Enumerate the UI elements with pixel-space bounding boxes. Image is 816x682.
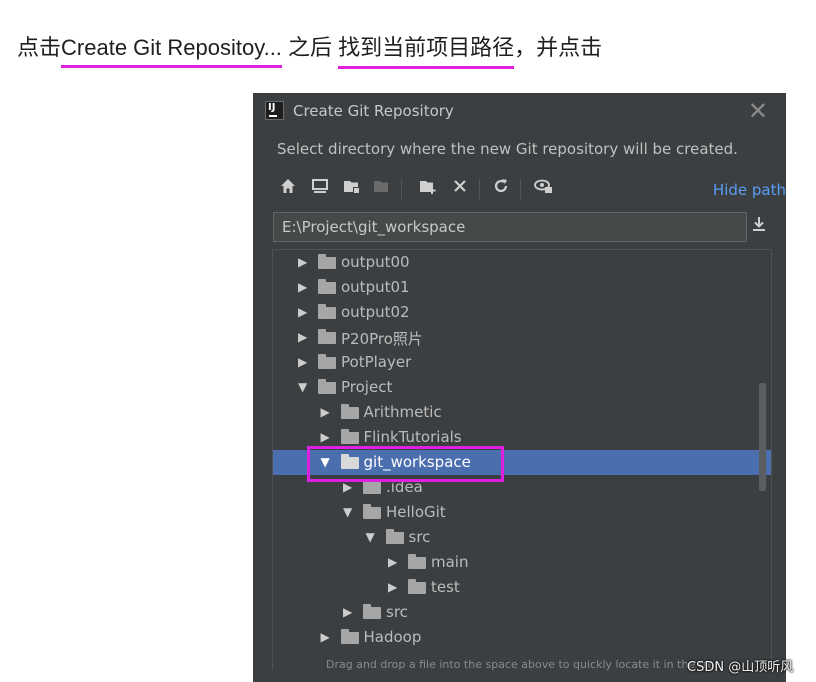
tree-row[interactable]: ▶ output02 (273, 300, 771, 325)
tree-row[interactable]: ▼ HelloGit (273, 500, 771, 525)
instruction-caption: 点击Create Git Repositoy... 之后 找到当前项目路径，并点… (17, 30, 602, 69)
tree-row[interactable]: ▶ PotPlayer (273, 350, 771, 375)
drag-drop-hint: Drag and drop a file into the space abov… (326, 658, 721, 671)
tree-row[interactable]: ▶ main (273, 550, 771, 575)
dialog-titlebar: IJ Create Git Repository ✕ (253, 93, 786, 129)
hide-path-link[interactable]: Hide path (713, 181, 786, 199)
tree-row-label: src (408, 528, 431, 546)
tree-row-label: FlinkTutorials (363, 428, 462, 446)
folder-icon (340, 429, 359, 444)
delete-icon[interactable] (449, 177, 471, 201)
path-field-row: E:\Project\git_workspace (273, 212, 747, 242)
folder-icon (363, 479, 381, 494)
caption-text-1: 点击 (17, 35, 62, 60)
folder-icon (408, 554, 426, 569)
tree-row[interactable]: ▼ Project (273, 375, 771, 400)
folder-icon (340, 404, 359, 419)
caption-text-3: ，并点击 (514, 35, 603, 60)
tree-row[interactable]: ▶ output00 (273, 250, 771, 275)
tree-row-label: main (431, 553, 469, 571)
tree-row-label: PotPlayer (341, 353, 412, 371)
folder-icon (318, 279, 336, 294)
download-icon[interactable] (751, 215, 767, 238)
collapsed-arrow-icon[interactable]: ▶ (298, 350, 312, 375)
folder-icon (385, 529, 404, 544)
create-git-repository-dialog: IJ Create Git Repository ✕ Select direct… (253, 93, 786, 682)
tree-row[interactable]: ▼ src (273, 525, 771, 550)
folder-icon (318, 354, 336, 369)
new-folder-icon[interactable] (417, 177, 439, 201)
folder-icon (408, 579, 426, 594)
tree-row-label: test (431, 578, 460, 596)
refresh-icon[interactable] (490, 177, 512, 201)
folder-icon (318, 304, 336, 319)
folder-icon (318, 329, 336, 344)
show-hidden-icon[interactable] (533, 177, 555, 201)
caption-highlight-find-path: 找到当前项目路径 (338, 30, 515, 69)
tree-row[interactable]: ▶ test (273, 575, 771, 600)
tree-row-label: src (386, 603, 408, 621)
tree-row-label: Hadoop (363, 628, 422, 646)
collapsed-arrow-icon[interactable]: ▶ (388, 550, 402, 575)
desktop-icon[interactable] (309, 177, 331, 201)
collapsed-arrow-icon[interactable]: ▶ (388, 575, 402, 600)
caption-text-2: 之后 (281, 35, 339, 60)
tree-row-label: output00 (341, 253, 410, 271)
folder-icon (363, 504, 381, 519)
expanded-arrow-icon[interactable]: ▼ (366, 525, 380, 550)
module-folder-icon[interactable] (371, 177, 393, 201)
folder-icon (363, 604, 381, 619)
tree-row-label: P20Pro照片 (341, 330, 423, 348)
tree-row-label: output01 (341, 278, 410, 296)
path-input[interactable]: E:\Project\git_workspace (273, 212, 747, 242)
project-folder-icon[interactable] (341, 177, 363, 201)
tree-row[interactable]: ▶ output01 (273, 275, 771, 300)
tree-row-label: HelloGit (386, 503, 446, 521)
intellij-logo-icon: IJ (265, 101, 284, 120)
collapsed-arrow-icon[interactable]: ▶ (298, 275, 312, 300)
dialog-description: Select directory where the new Git repos… (277, 140, 738, 158)
tree-row[interactable]: ▶ P20Pro照片 (273, 325, 771, 350)
dialog-title: Create Git Repository (293, 102, 454, 120)
folder-icon (318, 254, 336, 269)
tree-row[interactable]: ▶ Hadoop (273, 625, 771, 650)
close-icon[interactable]: ✕ (748, 97, 768, 125)
tree-row-label: Project (341, 378, 393, 396)
tree-scrollbar[interactable] (759, 383, 766, 491)
expanded-arrow-icon[interactable]: ▼ (343, 500, 357, 525)
caption-highlight-create-git: Create Git Repositoy... (61, 35, 282, 68)
folder-icon (340, 629, 359, 644)
folder-icon (318, 379, 336, 394)
tree-row[interactable]: ▶ Arithmetic (273, 400, 771, 425)
tree-row-label: Arithmetic (363, 403, 442, 421)
expanded-arrow-icon[interactable]: ▼ (298, 375, 312, 400)
collapsed-arrow-icon[interactable]: ▶ (343, 600, 357, 625)
collapsed-arrow-icon[interactable]: ▶ (298, 300, 312, 325)
tree-row[interactable]: ▶ src (273, 600, 771, 625)
collapsed-arrow-icon[interactable]: ▶ (321, 400, 335, 425)
home-icon[interactable] (277, 177, 299, 201)
annotation-highlight-box (307, 446, 504, 482)
collapsed-arrow-icon[interactable]: ▶ (298, 250, 312, 275)
collapsed-arrow-icon[interactable]: ▶ (321, 625, 335, 650)
tree-row-label: output02 (341, 303, 410, 321)
watermark: CSDN @山顶听风 (687, 660, 794, 675)
file-chooser-toolbar: Hide path (277, 177, 786, 203)
collapsed-arrow-icon[interactable]: ▶ (298, 325, 312, 350)
